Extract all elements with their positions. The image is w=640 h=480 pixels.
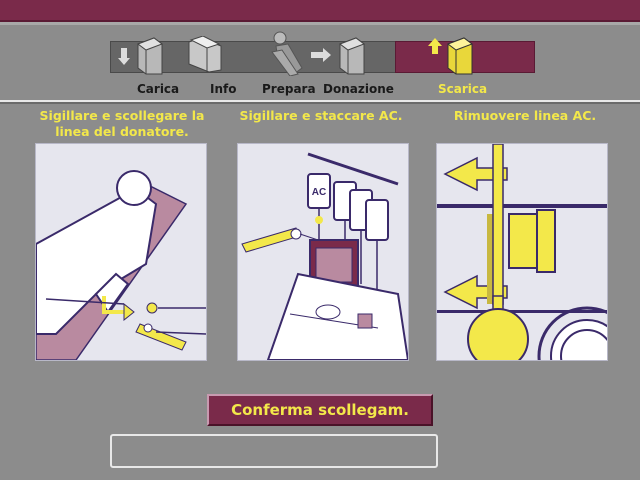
arrow-right-icon — [311, 48, 331, 62]
instruction-caption-2: Sigillare e staccare AC. — [226, 108, 416, 124]
remove-ac-line-illustration — [436, 143, 608, 361]
ac-bag-label: AC — [312, 187, 326, 198]
load-kit-icon — [118, 37, 164, 75]
divider-shadow — [0, 102, 640, 104]
caption-1-line-2: linea del donatore. — [55, 124, 189, 139]
message-box — [110, 434, 438, 468]
step-label-info: Info — [210, 82, 237, 96]
title-bar — [0, 0, 640, 22]
instruction-caption-3: Rimuovere linea AC. — [430, 108, 620, 124]
step-label-carica: Carica — [137, 82, 180, 96]
instruction-caption-1: Sigillare e scollegare la linea del dona… — [24, 108, 220, 140]
caption-3-line-1: Rimuovere linea AC. — [453, 108, 597, 123]
confirm-disconnect-button[interactable]: Conferma scollegam. — [207, 394, 433, 426]
caption-2-line-1: Sigillare e staccare AC. — [239, 108, 403, 123]
caption-1-line-1: Sigillare e scollegare la — [39, 108, 205, 123]
title-bar-edge — [0, 22, 640, 25]
seal-donor-line-illustration — [35, 143, 207, 361]
info-folder-icon — [188, 36, 222, 73]
unload-kit-icon — [428, 37, 474, 75]
seal-ac-illustration: AC — [237, 143, 409, 361]
step-label-donazione: Donazione — [323, 82, 394, 96]
prepare-donor-icon — [271, 31, 303, 76]
step-label-prepara: Prepara — [262, 82, 316, 96]
donation-icon — [338, 37, 366, 75]
step-label-scarica: Scarica — [438, 82, 488, 96]
